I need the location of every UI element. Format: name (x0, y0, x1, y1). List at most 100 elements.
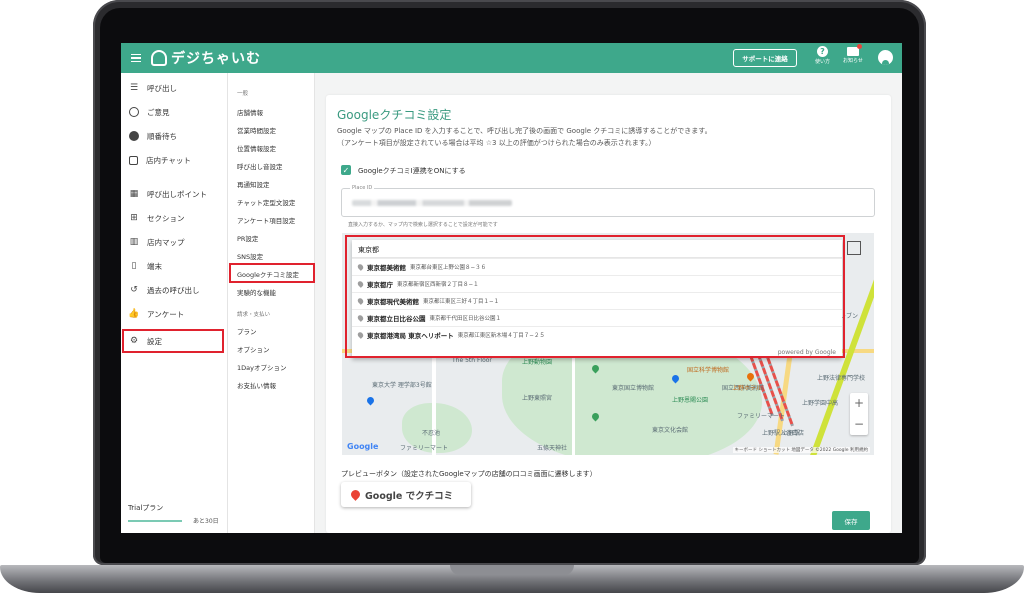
notice-label: お知らせ (843, 58, 863, 64)
autocomplete-highlight (345, 235, 845, 358)
sidebar-item-label: 店内マップ (147, 237, 185, 247)
map-label: 上野ホテル (732, 385, 763, 392)
subnav-item[interactable]: お支払い情報 (237, 380, 276, 390)
map-label: 東京文化会館 (652, 427, 689, 434)
google-logo-text: Google (347, 442, 379, 451)
subnav-item[interactable]: プラン (237, 326, 257, 336)
zoom-out-icon[interactable]: − (850, 414, 868, 435)
subnav-item[interactable]: アンケート項目設定 (237, 215, 295, 225)
subnav-item[interactable]: 位置情報設定 (237, 143, 276, 153)
map-label: 不忍池 (422, 430, 441, 437)
save-button[interactable]: 保存 (832, 511, 870, 530)
sidebar-item-label: 順番待ち (147, 131, 177, 141)
qr-icon: ▦ (129, 189, 139, 199)
support-button[interactable]: サポートに連絡 (733, 49, 797, 67)
sidebar-item-queue[interactable]: 順番待ち (121, 125, 228, 147)
sidebar-item-survey[interactable]: 👍 アンケート (121, 303, 228, 325)
map-label: 上野法律専門学校 (817, 375, 866, 382)
sidebar-item-map[interactable]: ▥ 店内マップ (121, 231, 228, 253)
app-logo[interactable]: デジちゃいむ (151, 48, 261, 68)
comment-icon (129, 107, 139, 117)
subnav-item[interactable]: SNS設定 (237, 251, 263, 261)
history-icon: ↺ (130, 285, 138, 295)
google-review-preview-button[interactable]: Google でクチコミ (341, 482, 471, 507)
sidebar: ☰ 呼び出し ご意見 順番待ち 店内チャット ▦ 呼び出しポイント ⊞ セクション ▥… (121, 73, 228, 533)
subnav-item[interactable]: 呼び出し音設定 (237, 161, 283, 171)
subnav-heading-general: 一般 (237, 91, 249, 97)
subnav-item[interactable]: チャット定型文設定 (237, 197, 295, 207)
zoom-in-icon[interactable]: + (850, 393, 868, 414)
laptop-notch (450, 565, 574, 575)
sidebar-item-history[interactable]: ↺ 過去の呼び出し (121, 279, 228, 301)
map-label: 東京大学 理学部3号館 (372, 382, 432, 389)
google-review-highlight (229, 263, 315, 283)
bell-icon (151, 50, 167, 66)
help-label: 使い方 (815, 59, 831, 65)
sidebar-item-chat[interactable]: 店内チャット (121, 149, 228, 171)
subnav-item[interactable]: 再通知設定 (237, 179, 270, 189)
sidebar-item-sections[interactable]: ⊞ セクション (121, 207, 228, 229)
map-label: 上野動物園 (522, 359, 553, 366)
map-label: 五條天神社 (537, 445, 568, 452)
sidebar-item-feedback[interactable]: ご意見 (121, 101, 228, 123)
chat-icon (129, 155, 138, 165)
subnav-heading-billing: 請求・支払い (237, 312, 271, 318)
list-icon: ☰ (129, 83, 139, 93)
fullscreen-icon[interactable] (847, 241, 861, 255)
top-bar: デジちゃいむ サポートに連絡 ? 使い方 お知らせ (121, 43, 902, 73)
map-label: 上野学園中高 (802, 400, 839, 407)
logo-text: デジちゃいむ (171, 51, 261, 67)
place-id-value-blurred (352, 200, 512, 206)
map-label: 上野恩賜公園 (672, 397, 709, 404)
description-line: （アンケート項目が設定されている場合は平均 ☆3 以上の評価がつけられた場合のみ… (337, 139, 656, 147)
place-id-label: Place ID (350, 185, 375, 191)
sidebar-item-devices[interactable]: ▯ 端末 (121, 255, 228, 277)
subnav-item[interactable]: 1Dayオプション (237, 362, 286, 372)
help-button[interactable]: ? 使い方 (815, 46, 830, 65)
subnav-item[interactable]: 実験的な機能 (237, 287, 276, 297)
map-label: ファミリーマート (400, 445, 449, 452)
place-id-help: 直接入力するか、マップ内で検索し選択することで設定が可能です (348, 222, 498, 228)
preview-button-label: Google でクチコミ (365, 490, 454, 502)
notification-dot (856, 44, 862, 49)
sidebar-item-label: アンケート (147, 309, 185, 319)
google-review-checkbox[interactable]: ✓ (341, 165, 351, 175)
map-label: 上野東照宮 (522, 395, 553, 402)
help-icon: ? (817, 46, 828, 57)
mail-icon (846, 44, 862, 56)
sidebar-item-label: セクション (147, 213, 185, 223)
page-description: Google マップの Place ID を入力することで、呼び出し完了後の画面… (337, 125, 712, 149)
settings-highlight (122, 329, 224, 353)
google-map-logo: Google (347, 442, 378, 451)
face-icon (129, 131, 139, 141)
map-label: 国立科学博物館 (687, 367, 730, 374)
laptop-frame: デジちゃいむ サポートに連絡 ? 使い方 お知らせ ☰ 呼び出し ご意見 順番待ち… (0, 0, 1024, 603)
subnav-item[interactable]: オプション (237, 344, 270, 354)
subnav-item[interactable]: 営業時間設定 (237, 125, 276, 135)
place-id-field[interactable]: Place ID (341, 185, 875, 217)
trial-progress-bar (128, 520, 182, 522)
map-label: 東京国立博物館 (612, 385, 655, 392)
subnav-item[interactable]: PR設定 (237, 233, 258, 243)
hamburger-menu-icon[interactable] (131, 53, 141, 63)
settings-subnav: 一般 店舗情報 営業時間設定 位置情報設定 呼び出し音設定 再通知設定 チャット… (228, 73, 315, 533)
sidebar-item-call[interactable]: ☰ 呼び出し (121, 77, 228, 99)
sidebar-item-label: 呼び出し (147, 83, 177, 93)
sidebar-item-label: 呼び出しポイント (147, 189, 207, 199)
map-label: ファミリーマート (737, 413, 786, 420)
account-icon[interactable] (878, 50, 893, 65)
zoom-control[interactable]: + − (850, 393, 868, 435)
sidebar-item-label: ご意見 (147, 107, 170, 117)
trial-plan-label: Trialプラン (128, 504, 164, 512)
subnav-item[interactable]: 店舗情報 (237, 107, 263, 117)
sidebar-item-call-points[interactable]: ▦ 呼び出しポイント (121, 183, 228, 205)
checkbox-label: GoogleクチコミI連携をONにする (358, 167, 466, 175)
settings-card: Googleクチコミ設定 Google マップの Place ID を入力するこ… (326, 95, 891, 533)
sidebar-item-label: 端末 (147, 261, 162, 271)
google-maps-pin-icon (349, 488, 362, 501)
phone-icon: ▯ (131, 261, 137, 271)
thumbs-up-icon: 👍 (128, 309, 140, 319)
notice-button[interactable]: お知らせ (843, 44, 863, 64)
map-icon: ▥ (129, 237, 139, 247)
sidebar-item-label: 過去の呼び出し (147, 285, 200, 295)
